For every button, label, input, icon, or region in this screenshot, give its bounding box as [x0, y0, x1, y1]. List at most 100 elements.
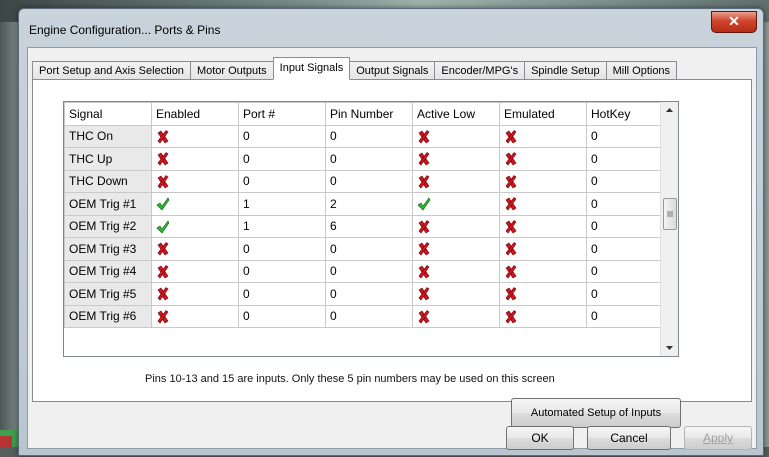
x-icon[interactable]: [504, 287, 518, 301]
signal-name-cell[interactable]: THC Up: [64, 147, 152, 171]
x-icon[interactable]: [156, 264, 170, 279]
enabled-cell[interactable]: [151, 282, 239, 306]
emulated-cell[interactable]: [499, 214, 587, 238]
port-cell[interactable]: 0: [238, 304, 326, 328]
x-icon[interactable]: [417, 287, 431, 301]
port-cell[interactable]: 0: [238, 147, 326, 171]
x-icon[interactable]: [417, 264, 431, 279]
pin-cell[interactable]: 2: [325, 192, 413, 216]
active-low-cell[interactable]: [412, 214, 500, 238]
pin-cell[interactable]: 6: [325, 214, 413, 238]
port-cell[interactable]: 0: [238, 282, 326, 306]
x-icon[interactable]: [156, 129, 170, 144]
tab-output-signals[interactable]: Output Signals: [349, 61, 436, 80]
x-icon[interactable]: [156, 287, 170, 301]
table-row[interactable]: THC On 0 0 0: [64, 124, 674, 148]
pin-cell[interactable]: 0: [325, 259, 413, 283]
enabled-cell[interactable]: [151, 147, 239, 171]
active-low-cell[interactable]: [412, 124, 500, 148]
emulated-cell[interactable]: [499, 169, 587, 193]
table-row[interactable]: OEM Trig #3 0 0 0: [64, 237, 674, 261]
table-row[interactable]: THC Up 0 0 0: [64, 147, 674, 171]
x-icon[interactable]: [504, 174, 518, 189]
x-icon[interactable]: [417, 152, 431, 166]
pin-cell[interactable]: 0: [325, 124, 413, 148]
x-icon[interactable]: [504, 309, 518, 324]
tab-spindle-setup[interactable]: Spindle Setup: [524, 61, 607, 80]
tab-port-setup-and-axis-selection[interactable]: Port Setup and Axis Selection: [32, 61, 191, 80]
grid-scrollbar[interactable]: [660, 102, 678, 356]
signal-name-cell[interactable]: OEM Trig #6: [64, 304, 152, 328]
port-cell[interactable]: 1: [238, 214, 326, 238]
table-row[interactable]: OEM Trig #5 0 0 0: [64, 282, 674, 306]
x-icon[interactable]: [504, 219, 518, 234]
port-cell[interactable]: 0: [238, 237, 326, 261]
active-low-cell[interactable]: [412, 147, 500, 171]
check-icon[interactable]: [156, 220, 170, 234]
active-low-cell[interactable]: [412, 259, 500, 283]
apply-button[interactable]: Apply: [684, 426, 752, 450]
ok-button[interactable]: OK: [506, 426, 574, 450]
x-icon[interactable]: [417, 174, 431, 189]
close-button[interactable]: ✕: [711, 11, 757, 33]
cancel-button[interactable]: Cancel: [587, 426, 671, 450]
signal-name-cell[interactable]: OEM Trig #1: [64, 192, 152, 216]
enabled-cell[interactable]: [151, 124, 239, 148]
x-icon[interactable]: [417, 309, 431, 324]
active-low-cell[interactable]: [412, 237, 500, 261]
port-cell[interactable]: 0: [238, 169, 326, 193]
table-row[interactable]: OEM Trig #6 0 0 0: [64, 304, 674, 328]
x-icon[interactable]: [504, 152, 518, 166]
table-row[interactable]: THC Down 0 0 0: [64, 169, 674, 193]
x-icon[interactable]: [156, 242, 170, 256]
enabled-cell[interactable]: [151, 214, 239, 238]
signal-name-cell[interactable]: OEM Trig #2: [64, 214, 152, 238]
x-icon[interactable]: [417, 219, 431, 234]
active-low-cell[interactable]: [412, 304, 500, 328]
signal-name-cell[interactable]: OEM Trig #5: [64, 282, 152, 306]
x-icon[interactable]: [504, 264, 518, 279]
automated-setup-button[interactable]: Automated Setup of Inputs: [511, 398, 681, 428]
active-low-cell[interactable]: [412, 169, 500, 193]
tab-input-signals[interactable]: Input Signals: [272, 57, 351, 80]
emulated-cell[interactable]: [499, 124, 587, 148]
signal-name-cell[interactable]: THC On: [64, 124, 152, 148]
x-icon[interactable]: [504, 242, 518, 256]
x-icon[interactable]: [156, 174, 170, 189]
emulated-cell[interactable]: [499, 192, 587, 216]
pin-cell[interactable]: 0: [325, 237, 413, 261]
tab-motor-outputs[interactable]: Motor Outputs: [189, 61, 274, 80]
tab-encoder-mpg-s[interactable]: Encoder/MPG's: [434, 61, 526, 80]
port-cell[interactable]: 0: [238, 124, 326, 148]
pin-cell[interactable]: 0: [325, 147, 413, 171]
active-low-cell[interactable]: [412, 282, 500, 306]
title-bar[interactable]: Engine Configuration... Ports & Pins ✕: [19, 9, 763, 43]
enabled-cell[interactable]: [151, 304, 239, 328]
check-icon[interactable]: [156, 197, 170, 211]
x-icon[interactable]: [156, 309, 170, 324]
port-cell[interactable]: 0: [238, 259, 326, 283]
emulated-cell[interactable]: [499, 282, 587, 306]
active-low-cell[interactable]: [412, 192, 500, 216]
emulated-cell[interactable]: [499, 147, 587, 171]
enabled-cell[interactable]: [151, 192, 239, 216]
emulated-cell[interactable]: [499, 237, 587, 261]
emulated-cell[interactable]: [499, 304, 587, 328]
x-icon[interactable]: [156, 152, 170, 166]
enabled-cell[interactable]: [151, 169, 239, 193]
table-row[interactable]: OEM Trig #2 1 6 0: [64, 214, 674, 238]
x-icon[interactable]: [417, 129, 431, 144]
pin-cell[interactable]: 0: [325, 304, 413, 328]
table-row[interactable]: OEM Trig #4 0 0 0: [64, 259, 674, 283]
enabled-cell[interactable]: [151, 237, 239, 261]
signal-name-cell[interactable]: THC Down: [64, 169, 152, 193]
emulated-cell[interactable]: [499, 259, 587, 283]
signal-name-cell[interactable]: OEM Trig #4: [64, 259, 152, 283]
check-icon[interactable]: [417, 197, 431, 211]
scroll-thumb[interactable]: [663, 198, 677, 230]
scroll-up-icon[interactable]: [661, 102, 678, 119]
pin-cell[interactable]: 0: [325, 169, 413, 193]
signal-name-cell[interactable]: OEM Trig #3: [64, 237, 152, 261]
x-icon[interactable]: [504, 129, 518, 144]
x-icon[interactable]: [504, 197, 518, 211]
